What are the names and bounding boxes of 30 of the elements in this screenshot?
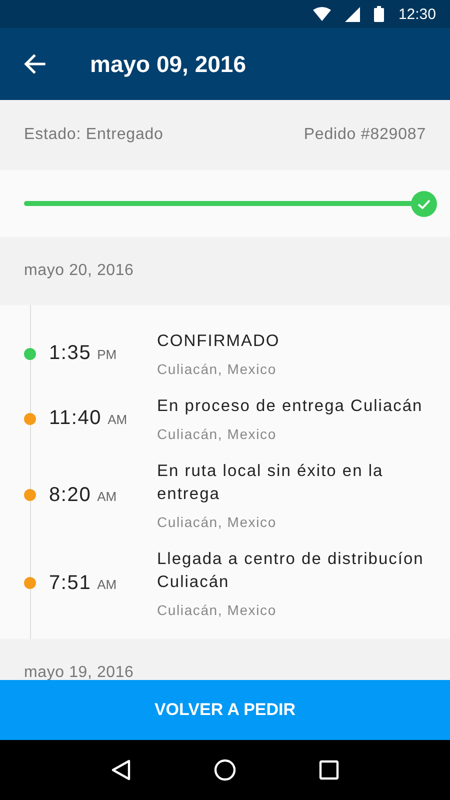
time-period: AM [108, 412, 128, 427]
event-title: Llegada a centro de distribucíon Culiacán [157, 549, 425, 593]
signal-icon [345, 6, 360, 22]
time-period: AM [97, 488, 117, 504]
event-title: En proceso de entrega Culiacán [157, 396, 423, 417]
clock-time: 12:30 [398, 6, 436, 22]
event-time: 7:51 [49, 572, 92, 594]
time-period: PM [97, 347, 117, 362]
recents-icon[interactable] [318, 760, 339, 780]
battery-icon [374, 6, 384, 22]
event-location: Culiacán, Mexico [157, 514, 278, 530]
wifi-icon [313, 7, 332, 21]
order-status: Estado: Entregado [24, 126, 164, 144]
event-title: CONFIRMADO [157, 331, 280, 352]
event-location: Culiacán, Mexico [157, 426, 278, 442]
event-location: Culiacán, Mexico [157, 361, 278, 377]
back-icon[interactable] [111, 759, 132, 781]
time-period: AM [97, 576, 117, 592]
screen-title: mayo 09, 2016 [90, 50, 246, 78]
home-icon[interactable] [214, 759, 236, 781]
event-location: Culiacán, Mexico [157, 602, 278, 618]
reorder-button[interactable]: VOLVER A PEDIR [0, 680, 450, 740]
event-time: 1:35 [49, 342, 92, 365]
back-arrow-icon[interactable] [24, 54, 46, 74]
event-time: 8:20 [49, 484, 92, 506]
date-heading: mayo 19, 2016 [24, 664, 134, 680]
event-time: 11:40 [49, 407, 102, 430]
order-number: Pedido #829087 [304, 126, 426, 144]
event-title: En ruta local sin éxito en la entrega [157, 461, 384, 505]
date-heading: mayo 20, 2016 [24, 262, 134, 280]
